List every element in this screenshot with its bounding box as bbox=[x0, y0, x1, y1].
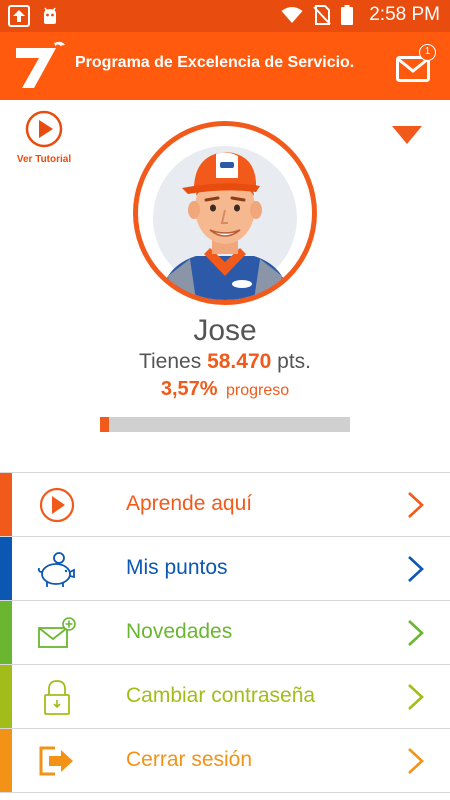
menu-item-mis-puntos[interactable]: Mis puntos bbox=[0, 537, 450, 601]
app-title: Programa de Excelencia de Servicio. bbox=[75, 54, 355, 71]
no-sim-icon bbox=[313, 5, 331, 25]
piggy-bank-icon bbox=[37, 552, 75, 587]
status-time: 2:58 PM bbox=[369, 4, 440, 25]
inbox-button[interactable]: 1 bbox=[396, 44, 436, 84]
points-value: 58.470 bbox=[207, 350, 272, 373]
mail-plus-icon bbox=[38, 617, 76, 648]
avatar bbox=[133, 121, 317, 305]
status-bar: 2:58 PM bbox=[0, 0, 450, 32]
menu-item-novedades[interactable]: Novedades bbox=[0, 601, 450, 665]
upload-notification-icon bbox=[8, 5, 30, 27]
progress-summary: 3,57% progreso bbox=[0, 378, 450, 401]
main-menu: Aprende aquí Mis puntos Novedades Cambia… bbox=[0, 472, 450, 793]
battery-icon bbox=[341, 5, 354, 25]
wifi-icon bbox=[281, 7, 303, 23]
progress-value: 3,57% bbox=[160, 378, 218, 400]
chevron-right-icon bbox=[408, 748, 424, 774]
menu-label: Cambiar contraseña bbox=[126, 684, 316, 707]
points-prefix: Tienes bbox=[138, 350, 202, 373]
menu-label: Mis puntos bbox=[126, 556, 228, 579]
app-header: Programa de Excelencia de Servicio. 1 bbox=[0, 32, 450, 100]
chevron-right-icon bbox=[408, 492, 424, 518]
menu-accent-bar bbox=[0, 537, 12, 600]
menu-item-cerrar-sesion[interactable]: Cerrar sesión bbox=[0, 729, 450, 793]
points-suffix: pts. bbox=[277, 350, 312, 373]
progress-label: progreso bbox=[226, 382, 290, 399]
app-root: 2:58 PM Programa de Excelencia de Servic… bbox=[0, 0, 450, 800]
profile-dropdown-button[interactable] bbox=[392, 126, 422, 150]
lock-icon bbox=[44, 680, 70, 715]
technician-avatar-illustration bbox=[153, 146, 297, 300]
menu-accent-bar bbox=[0, 601, 12, 664]
notification-badge: 1 bbox=[419, 44, 436, 61]
menu-accent-bar bbox=[0, 473, 12, 536]
user-name: Jose bbox=[193, 314, 257, 347]
android-icon bbox=[44, 7, 56, 24]
menu-accent-bar bbox=[0, 729, 12, 792]
triangle-down-icon bbox=[392, 126, 422, 144]
menu-label: Novedades bbox=[126, 620, 233, 643]
progress-bar bbox=[100, 417, 350, 432]
chevron-right-icon bbox=[408, 620, 424, 646]
chevron-right-icon bbox=[408, 556, 424, 582]
play-circle-icon bbox=[39, 487, 75, 523]
menu-label: Cerrar sesión bbox=[126, 748, 253, 771]
logout-icon bbox=[39, 746, 73, 776]
tutorial-button[interactable]: Ver Tutorial bbox=[12, 110, 76, 165]
brand-logo bbox=[14, 40, 68, 94]
points-summary: Tienes 58.470 pts. bbox=[0, 350, 450, 374]
chevron-right-icon bbox=[408, 684, 424, 710]
tutorial-label: Ver Tutorial bbox=[16, 154, 72, 165]
menu-label: Aprende aquí bbox=[126, 492, 253, 515]
menu-item-cambiar-contrasena[interactable]: Cambiar contraseña bbox=[0, 665, 450, 729]
menu-accent-bar bbox=[0, 665, 12, 728]
play-circle-icon bbox=[25, 110, 63, 148]
progress-bar-fill bbox=[100, 417, 109, 432]
menu-item-aprende[interactable]: Aprende aquí bbox=[0, 473, 450, 537]
